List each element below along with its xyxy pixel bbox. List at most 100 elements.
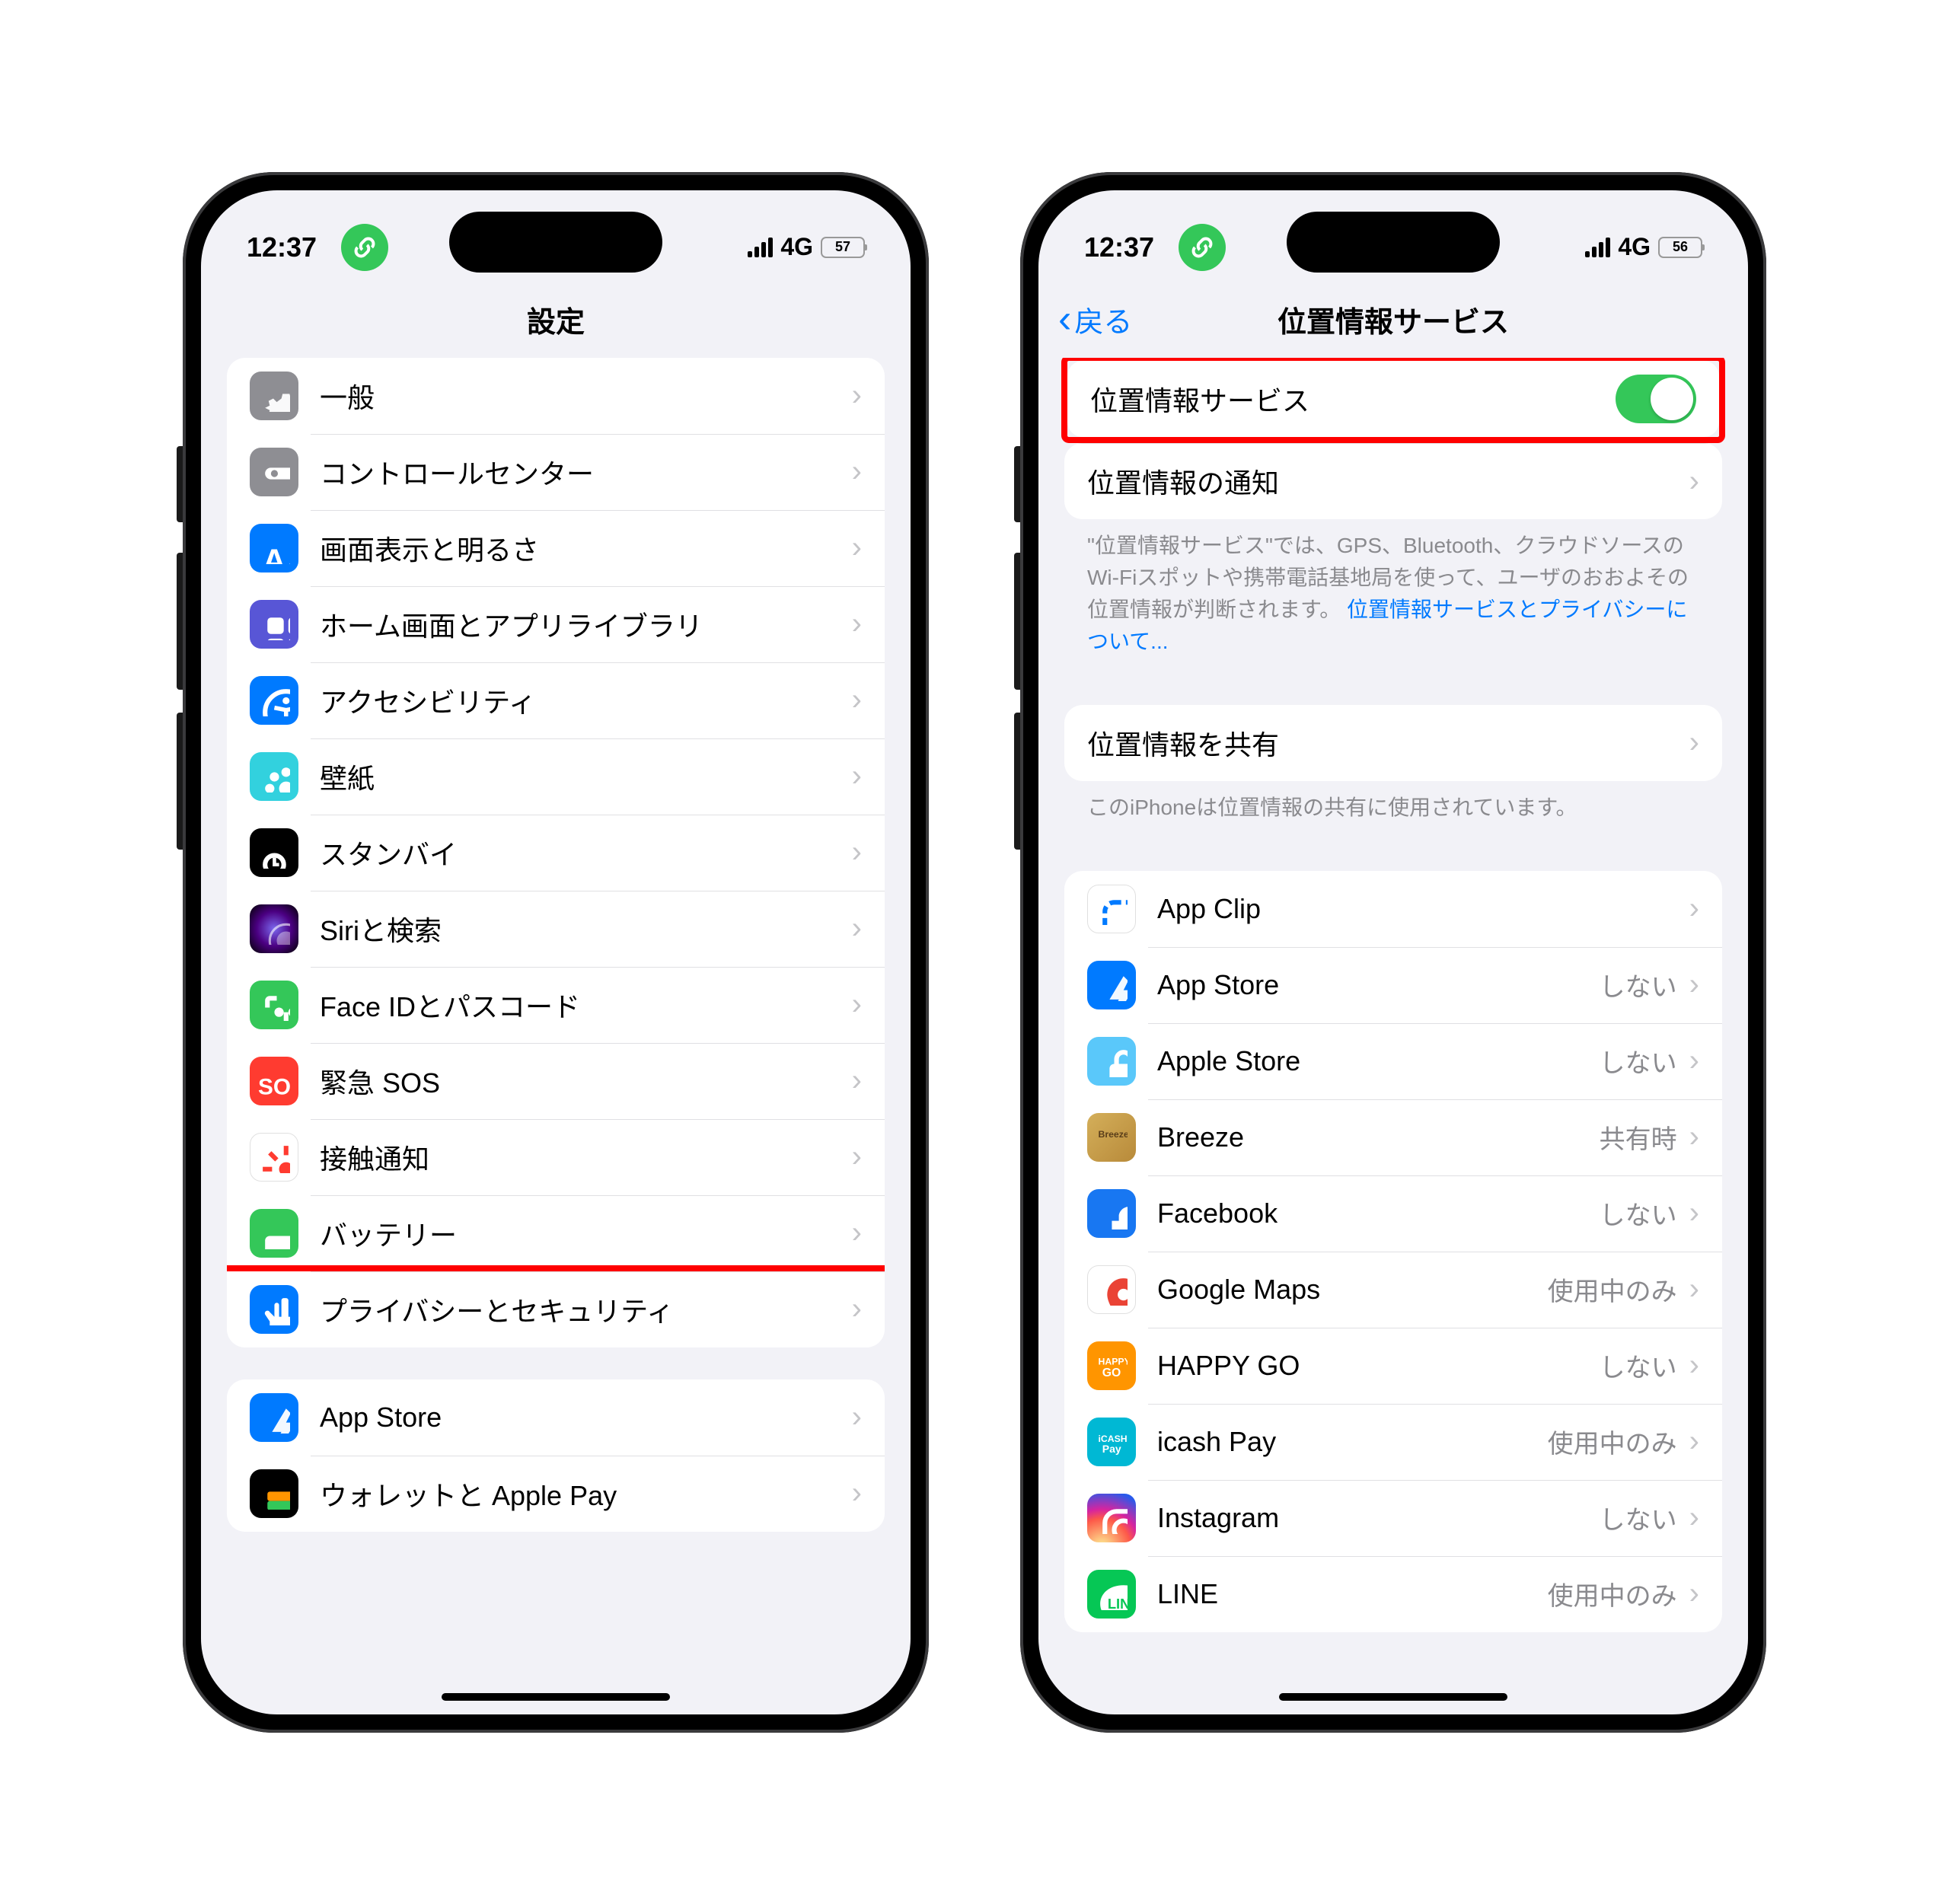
settings-row[interactable]: Facebookしない› [1064, 1175, 1722, 1252]
network-label: 4G [1618, 233, 1651, 261]
chevron-right-icon: › [1689, 1424, 1699, 1459]
chevron-right-icon: › [1689, 1348, 1699, 1383]
row-detail: しない [1600, 1347, 1677, 1384]
chevron-right-icon: › [852, 987, 862, 1022]
appstore-icon [250, 1393, 298, 1442]
share-location-row[interactable]: 位置情報を共有 › [1064, 705, 1722, 781]
hotspot-icon[interactable] [341, 224, 388, 271]
page-title: 設定 [527, 298, 585, 340]
svg-text:HAPPY: HAPPY [1099, 1356, 1128, 1367]
settings-row[interactable]: ウォレットと Apple Pay› [227, 1456, 885, 1532]
chevron-right-icon: › [1689, 464, 1699, 499]
faceid-icon [250, 981, 298, 1029]
row-label: スタンバイ [320, 833, 846, 872]
settings-row[interactable]: Face IDとパスコード› [227, 967, 885, 1043]
back-label: 戻る [1074, 298, 1132, 340]
settings-row[interactable]: iCASHPayicash Pay使用中のみ› [1064, 1404, 1722, 1480]
status-time: 12:37 [247, 231, 317, 263]
settings-row[interactable]: LINELINE使用中のみ› [1064, 1556, 1722, 1632]
settings-row[interactable]: Siriと検索› [227, 891, 885, 967]
settings-row[interactable]: App Store› [227, 1379, 885, 1456]
row-label: Breeze [1157, 1121, 1600, 1153]
settings-row[interactable]: BreezeBreeze共有時› [1064, 1099, 1722, 1175]
row-label: アクセシビリティ [320, 681, 846, 720]
signal-icon [748, 238, 773, 257]
chevron-right-icon: › [1689, 1501, 1699, 1535]
chevron-right-icon: › [852, 759, 862, 793]
settings-row[interactable]: 接触通知› [227, 1119, 885, 1195]
settings-row[interactable]: アクセシビリティ› [227, 662, 885, 738]
settings-group-2: App Store›ウォレットと Apple Pay› [227, 1379, 885, 1532]
settings-content[interactable]: 一般›コントロールセンター›AA画面表示と明るさ›ホーム画面とアプリライブラリ›… [201, 358, 911, 1714]
app-list: App Clip›App Storeしない›Apple Storeしない›Bre… [1064, 871, 1722, 1632]
appclip-icon [1087, 885, 1136, 933]
appstore-icon [1087, 961, 1136, 1009]
row-label: Face IDとパスコード [320, 985, 846, 1025]
settings-row[interactable]: ホーム画面とアプリライブラリ› [227, 586, 885, 662]
chevron-right-icon: › [852, 1400, 862, 1434]
battery-icon: 57 [821, 237, 865, 258]
settings-row[interactable]: スタンバイ› [227, 815, 885, 891]
happygo-icon: HAPPYGO [1087, 1341, 1136, 1390]
screen-settings: 12:37 4G 57 設定 一般›コントロールセンター›AA画面表示と明るさ›… [201, 190, 911, 1714]
row-label: コントロールセンター [320, 452, 846, 492]
row-detail: しない [1600, 1042, 1677, 1080]
settings-row[interactable]: App Storeしない› [1064, 947, 1722, 1023]
row-label: ホーム画面とアプリライブラリ [320, 604, 846, 644]
highlight-location-toggle: 位置情報サービス [1061, 358, 1725, 443]
grid-icon [250, 600, 298, 649]
settings-row[interactable]: 一般› [227, 358, 885, 434]
settings-row[interactable]: SOS緊急 SOS› [227, 1043, 885, 1119]
hotspot-icon[interactable] [1179, 224, 1226, 271]
settings-row[interactable]: Instagramしない› [1064, 1480, 1722, 1556]
settings-row[interactable]: AA画面表示と明るさ› [227, 510, 885, 586]
breeze-icon: Breeze [1087, 1113, 1136, 1162]
settings-row[interactable]: バッテリー› [227, 1195, 885, 1271]
settings-row[interactable]: Google Maps使用中のみ› [1064, 1252, 1722, 1328]
gmaps-icon [1087, 1265, 1136, 1314]
svg-text:Breeze: Breeze [1099, 1129, 1128, 1140]
settings-row[interactable]: App Clip› [1064, 871, 1722, 947]
chevron-right-icon: › [1689, 1044, 1699, 1078]
footer-description: "位置情報サービス"では、GPS、Bluetooth、クラウドソースのWi-Fi… [1064, 530, 1722, 673]
row-label: Facebook [1157, 1198, 1600, 1229]
accessibility-icon [250, 676, 298, 725]
location-services-toggle-row[interactable]: 位置情報サービス [1067, 361, 1719, 437]
standby-icon [250, 828, 298, 877]
dynamic-island [449, 212, 662, 273]
chevron-right-icon: › [1689, 1196, 1699, 1230]
settings-row[interactable]: プライバシーとセキュリティ› [227, 1271, 885, 1347]
applestore-icon [1087, 1037, 1136, 1086]
chevron-left-icon: ‹ [1058, 308, 1071, 331]
chevron-right-icon: › [852, 454, 862, 489]
status-time: 12:37 [1084, 231, 1154, 263]
chevron-right-icon: › [1689, 891, 1699, 926]
toggles-icon [250, 448, 298, 496]
location-alerts-row[interactable]: 位置情報の通知 › [1064, 443, 1722, 519]
phone-left: 12:37 4G 57 設定 一般›コントロールセンター›AA画面表示と明るさ›… [183, 172, 929, 1733]
row-label: 緊急 SOS [320, 1061, 846, 1101]
chevron-right-icon: › [852, 835, 862, 869]
svg-text:Pay: Pay [1102, 1443, 1121, 1455]
chevron-right-icon: › [852, 378, 862, 413]
settings-row[interactable]: 壁紙› [227, 738, 885, 815]
row-label: App Store [1157, 969, 1600, 1001]
settings-row[interactable]: HAPPYGOHAPPY GOしない› [1064, 1328, 1722, 1404]
settings-row[interactable]: Apple Storeしない› [1064, 1023, 1722, 1099]
settings-row[interactable]: コントロールセンター› [227, 434, 885, 510]
siri-icon [250, 904, 298, 953]
row-label: Siriと検索 [320, 909, 846, 949]
chevron-right-icon: › [852, 531, 862, 565]
location-content[interactable]: 位置情報サービス 位置情報の通知 › "位置情報サービス"では、GPS、Blue… [1038, 358, 1748, 1714]
home-indicator[interactable] [442, 1693, 670, 1701]
row-label: バッテリー [320, 1214, 846, 1253]
settings-group-1: 一般›コントロールセンター›AA画面表示と明るさ›ホーム画面とアプリライブラリ›… [227, 358, 885, 1347]
dynamic-island [1287, 212, 1500, 273]
row-label: 壁紙 [320, 757, 846, 796]
toggle-switch[interactable] [1616, 375, 1696, 423]
page-title: 位置情報サービス [1278, 298, 1509, 340]
battery-icon: 56 [1658, 237, 1702, 258]
exposure-icon [250, 1133, 298, 1182]
home-indicator[interactable] [1279, 1693, 1507, 1701]
back-button[interactable]: ‹ 戻る [1058, 298, 1132, 340]
